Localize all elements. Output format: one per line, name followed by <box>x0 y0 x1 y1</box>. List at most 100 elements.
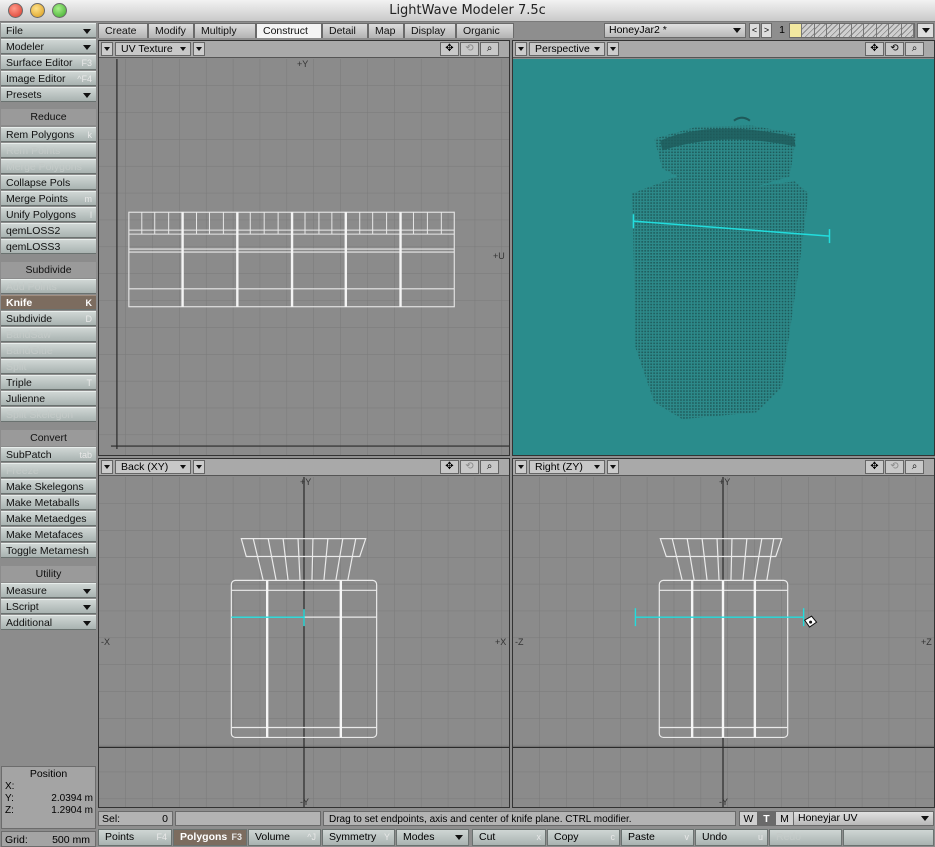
view-type-select[interactable]: Back (XY) <box>115 460 191 474</box>
minimize-window-button[interactable] <box>30 3 45 18</box>
subpatch-button[interactable]: SubPatch tab <box>1 447 96 462</box>
layer-7[interactable] <box>864 24 877 37</box>
rotate-view-icon[interactable]: ⟲ <box>885 42 904 56</box>
viewport-menu-button[interactable] <box>515 460 527 474</box>
volume-mode-button[interactable]: Volume ^J <box>248 829 321 846</box>
subdivide-button[interactable]: Subdivide D <box>1 311 96 326</box>
move-view-icon[interactable]: ✥ <box>440 460 459 474</box>
tab-display[interactable]: Display <box>404 23 456 38</box>
make-metaballs-button[interactable]: Make Metaballs <box>1 495 96 510</box>
layer-6[interactable] <box>852 24 865 37</box>
layers-menu[interactable] <box>917 23 934 38</box>
polygons-mode-button[interactable]: Polygons F3 <box>173 829 247 846</box>
make-metafaces-button[interactable]: Make Metafaces <box>1 527 96 542</box>
layer-8[interactable] <box>876 24 890 37</box>
surface-editor-button[interactable]: Surface Editor F3 <box>1 55 96 70</box>
rem-points-button[interactable]: Rem Points <box>1 143 96 158</box>
layer-9[interactable] <box>889 24 902 37</box>
freeze-button[interactable]: Freeze <box>1 463 96 478</box>
split-button[interactable]: Split <box>1 359 96 374</box>
tab-create[interactable]: Create <box>98 23 148 38</box>
view-type-select[interactable]: UV Texture <box>115 42 191 56</box>
render-mode-button[interactable] <box>193 42 205 56</box>
undo-button[interactable]: Undo u <box>695 829 768 846</box>
tab-detail[interactable]: Detail <box>322 23 368 38</box>
zoom-view-icon[interactable]: ⌕ <box>480 42 499 56</box>
texture-mode-button[interactable]: T <box>757 811 776 826</box>
viewport-menu-button[interactable] <box>515 42 527 56</box>
make-metaedges-button[interactable]: Make Metaedges <box>1 511 96 526</box>
tab-construct[interactable]: Construct <box>256 23 322 38</box>
layer-3[interactable] <box>814 24 828 37</box>
lscript-menu[interactable]: LScript <box>1 599 96 614</box>
layer-5[interactable] <box>839 24 853 37</box>
triple-button[interactable]: Triple T <box>1 375 96 390</box>
rotate-view-icon[interactable]: ⟲ <box>460 42 479 56</box>
layer-4[interactable] <box>827 24 840 37</box>
rotate-view-icon[interactable]: ⟲ <box>460 460 479 474</box>
render-mode-button[interactable] <box>607 460 619 474</box>
collapse-pols-button[interactable]: Collapse Pols <box>1 175 96 190</box>
zoom-view-icon[interactable]: ⌕ <box>905 42 924 56</box>
zoom-view-icon[interactable]: ⌕ <box>905 460 924 474</box>
move-view-icon[interactable]: ✥ <box>440 42 459 56</box>
unify-polygons-button[interactable]: Unify Polygons l <box>1 207 96 222</box>
back-canvas[interactable]: +Y -Y -X +X <box>99 477 509 807</box>
rotate-view-icon[interactable]: ⟲ <box>885 460 904 474</box>
zoom-window-button[interactable] <box>52 3 67 18</box>
viewport-back-xy[interactable]: Back (XY) ✥ ⟲ ⌕ +Y -Y -X +X <box>98 458 510 808</box>
copy-button[interactable]: Copy c <box>547 829 620 846</box>
image-editor-button[interactable]: Image Editor ^F4 <box>1 71 96 86</box>
presets-menu[interactable]: Presets <box>1 87 96 102</box>
tab-map[interactable]: Map <box>368 23 404 38</box>
object-selector[interactable]: HoneyJar2 * <box>604 23 746 38</box>
viewport-menu-button[interactable] <box>101 42 113 56</box>
bandglue-button[interactable]: BandGlue <box>1 343 96 358</box>
view-type-select[interactable]: Perspective <box>529 42 605 56</box>
paste-button[interactable]: Paste v <box>621 829 694 846</box>
julienne-button[interactable]: Julienne <box>1 391 96 406</box>
tab-multiply[interactable]: Multiply <box>194 23 256 38</box>
rem-polygons-button[interactable]: Rem Polygons k <box>1 127 96 142</box>
measure-menu[interactable]: Measure <box>1 583 96 598</box>
redo-button[interactable]: Redo <box>769 829 842 846</box>
merge-polygons-button[interactable]: Merge Polygons <box>1 159 96 174</box>
bandsaw-button[interactable]: BandSaw <box>1 327 96 342</box>
qemloss2-button[interactable]: qemLOSS2 <box>1 223 96 238</box>
add-points-button[interactable]: Add Points <box>1 279 96 294</box>
layer-buttons[interactable] <box>789 23 915 38</box>
move-view-icon[interactable]: ✥ <box>865 460 884 474</box>
modeler-menu[interactable]: Modeler <box>1 39 96 54</box>
toggle-metamesh-button[interactable]: Toggle Metamesh <box>1 543 96 558</box>
split-skelegon-button[interactable]: Split Skelegon <box>1 407 96 422</box>
next-object-button[interactable]: > <box>761 23 772 38</box>
morph-mode-button[interactable]: M <box>775 811 794 826</box>
wireframe-mode-button[interactable]: W <box>739 811 758 826</box>
layer-10[interactable] <box>901 24 915 37</box>
move-view-icon[interactable]: ✥ <box>865 42 884 56</box>
viewport-right-zy[interactable]: Right (ZY) ✥ ⟲ ⌕ +Y -Y -Z +Z <box>512 458 935 808</box>
viewport-uv-texture[interactable]: UV Texture ✥ ⟲ ⌕ +Y +U <box>98 40 510 456</box>
uv-canvas[interactable]: +Y +U <box>99 59 509 455</box>
render-mode-button[interactable] <box>193 460 205 474</box>
file-menu[interactable]: File <box>1 23 96 38</box>
prev-object-button[interactable]: < <box>749 23 760 38</box>
qemloss3-button[interactable]: qemLOSS3 <box>1 239 96 254</box>
layer-1[interactable] <box>790 24 803 37</box>
vertex-map-select[interactable]: Honeyjar UV <box>793 811 934 826</box>
zoom-view-icon[interactable]: ⌕ <box>480 460 499 474</box>
right-canvas[interactable]: +Y -Y -Z +Z <box>513 477 934 807</box>
knife-button[interactable]: Knife K <box>1 295 96 310</box>
additional-menu[interactable]: Additional <box>1 615 96 630</box>
close-window-button[interactable] <box>8 3 23 18</box>
tab-modify[interactable]: Modify <box>148 23 194 38</box>
symmetry-button[interactable]: Symmetry Y <box>322 829 395 846</box>
make-skelegons-button[interactable]: Make Skelegons <box>1 479 96 494</box>
merge-points-button[interactable]: Merge Points m <box>1 191 96 206</box>
layer-2[interactable] <box>802 24 815 37</box>
cut-button[interactable]: Cut x <box>472 829 546 846</box>
tab-organic[interactable]: Organic <box>456 23 514 38</box>
modes-menu[interactable]: Modes <box>396 829 469 846</box>
points-mode-button[interactable]: Points F4 <box>98 829 172 846</box>
perspective-canvas[interactable] <box>513 59 934 455</box>
